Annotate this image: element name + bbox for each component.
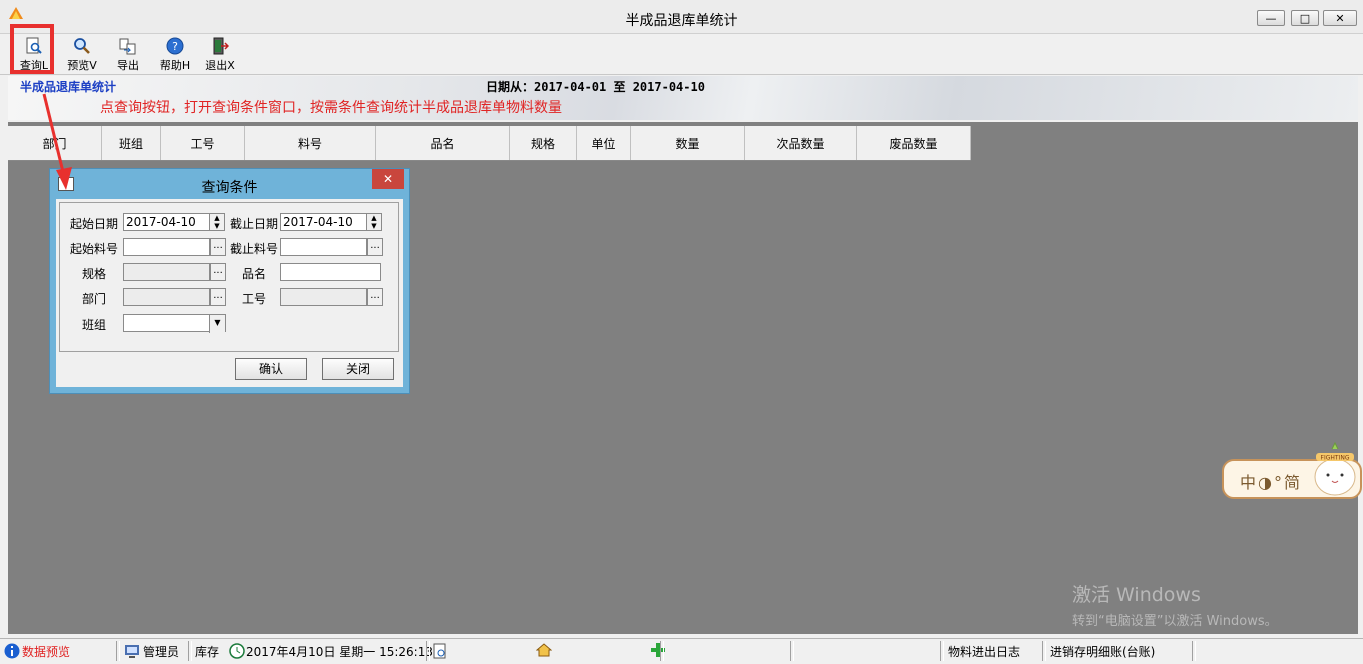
page-icon bbox=[433, 643, 446, 659]
report-title: 半成品退库单统计 bbox=[20, 80, 117, 94]
dialog-close-button[interactable]: ✕ bbox=[372, 169, 404, 189]
mascot-icon: FIGHTING bbox=[1314, 441, 1356, 496]
col-item-name[interactable]: 品名 bbox=[376, 126, 510, 160]
empno-field[interactable] bbox=[280, 288, 367, 306]
export-label: 导出 bbox=[117, 59, 139, 72]
start-item-label: 起始料号 bbox=[69, 242, 118, 256]
user-name: 管理员 bbox=[143, 645, 180, 659]
status-separator bbox=[116, 641, 120, 661]
preview-button[interactable]: 预览V bbox=[62, 36, 102, 72]
spec-label: 规格 bbox=[81, 267, 106, 281]
spec-field[interactable] bbox=[123, 263, 210, 281]
spin-up-icon[interactable]: ▲ bbox=[214, 214, 219, 222]
col-dept[interactable]: 部门 bbox=[8, 126, 102, 160]
magnifier-icon bbox=[74, 38, 90, 54]
toolbar: 查询L 预览V 导出 ? 帮助H 退出X bbox=[0, 34, 1363, 75]
exit-door-icon bbox=[213, 37, 229, 55]
col-item-no[interactable]: 料号 bbox=[245, 126, 376, 160]
maximize-button[interactable]: □ bbox=[1291, 10, 1319, 26]
end-date-spinner[interactable]: ▲ ▼ bbox=[366, 213, 382, 231]
dialog-cancel-button[interactable]: 关闭 bbox=[322, 358, 394, 380]
status-bar: 数据预览 管理员 库存 2017年4月10日 星期一 15:26:13 物料进出… bbox=[0, 638, 1363, 664]
team-label: 班组 bbox=[81, 318, 106, 332]
title-bar: 半成品退库单统计 — □ ✕ bbox=[0, 0, 1363, 34]
status-separator bbox=[1192, 641, 1196, 661]
home-icon bbox=[536, 643, 552, 657]
info-icon bbox=[4, 643, 20, 659]
status-separator bbox=[660, 641, 664, 661]
dialog-title: 查询条件 bbox=[201, 180, 258, 196]
watermark-line-1: 激活 Windows bbox=[1072, 584, 1201, 606]
chevron-down-icon[interactable]: ▼ bbox=[209, 315, 225, 333]
export-button[interactable]: 导出 bbox=[108, 36, 148, 72]
query-dialog: 查询条件 ✕ 起始日期 2017-04-10 ▲ ▼ 截止日期 2017-04-1… bbox=[49, 168, 410, 394]
module-name: 库存 bbox=[195, 645, 220, 659]
exit-label: 退出X bbox=[205, 59, 235, 72]
col-team[interactable]: 班组 bbox=[102, 126, 161, 160]
window-title: 半成品退库单统计 bbox=[625, 13, 738, 29]
help-button[interactable]: ? 帮助H bbox=[155, 36, 195, 72]
empno-label: 工号 bbox=[241, 292, 266, 306]
help-icon: ? bbox=[166, 37, 184, 55]
start-date-label: 起始日期 bbox=[69, 217, 118, 231]
data-preview-status: 数据预览 bbox=[22, 645, 71, 659]
end-item-browse-button[interactable]: ... bbox=[367, 238, 383, 256]
start-item-field[interactable] bbox=[123, 238, 210, 256]
ledger-link[interactable]: 进销存明细账(台账) bbox=[1050, 643, 1155, 660]
watermark-line-2: 转到“电脑设置”以激活 Windows。 bbox=[1072, 614, 1278, 629]
date-range: 日期从：2017-04-01 至 2017-04-10 bbox=[486, 80, 705, 94]
confirm-button[interactable]: 确认 bbox=[235, 358, 307, 380]
grid-header: 部门 班组 工号 料号 品名 规格 单位 数量 次品数量 废品数量 bbox=[8, 126, 971, 161]
dept-field[interactable] bbox=[123, 288, 210, 306]
dept-label: 部门 bbox=[81, 292, 106, 306]
end-item-label: 截止料号 bbox=[229, 242, 278, 256]
spin-down-icon[interactable]: ▼ bbox=[371, 222, 376, 230]
ime-toolbar[interactable]: 中◑°简 FIGHTING bbox=[1222, 441, 1362, 499]
ime-mode-text: 中◑°简 bbox=[1240, 473, 1302, 492]
export-icon bbox=[119, 38, 136, 55]
col-defect-qty[interactable]: 次品数量 bbox=[745, 126, 857, 160]
status-separator bbox=[426, 641, 430, 661]
status-separator bbox=[1042, 641, 1046, 661]
dialog-body: 起始日期 2017-04-10 ▲ ▼ 截止日期 2017-04-10 ▲ ▼ 起始… bbox=[56, 199, 403, 387]
status-separator bbox=[188, 641, 192, 661]
status-separator bbox=[790, 641, 794, 661]
status-separator bbox=[940, 641, 944, 661]
mascot-label: FIGHTING bbox=[1321, 455, 1350, 462]
report-banner: 半成品退库单统计 日期从：2017-04-01 至 2017-04-10 点查询… bbox=[8, 76, 1358, 120]
help-label: 帮助H bbox=[159, 59, 191, 72]
col-empno[interactable]: 工号 bbox=[161, 126, 245, 160]
col-spec[interactable]: 规格 bbox=[510, 126, 577, 160]
col-qty[interactable]: 数量 bbox=[631, 126, 745, 160]
col-scrap-qty[interactable]: 废品数量 bbox=[857, 126, 971, 160]
highlight-box bbox=[10, 24, 54, 74]
item-name-label: 品名 bbox=[241, 267, 266, 281]
svg-text:?: ? bbox=[172, 40, 178, 53]
spin-down-icon[interactable]: ▼ bbox=[214, 222, 219, 230]
exit-button[interactable]: 退出X bbox=[200, 36, 240, 72]
preview-label: 预览V bbox=[67, 59, 97, 72]
user-icon bbox=[125, 645, 139, 658]
spin-up-icon[interactable]: ▲ bbox=[371, 214, 376, 222]
activation-watermark: 激活 Windows 转到“电脑设置”以激活 Windows。 bbox=[1072, 580, 1278, 629]
empno-browse-button[interactable]: ... bbox=[367, 288, 383, 306]
clock-icon bbox=[229, 643, 245, 659]
end-date-label: 截止日期 bbox=[229, 217, 278, 231]
end-item-field[interactable] bbox=[280, 238, 367, 256]
item-name-field[interactable] bbox=[280, 263, 381, 281]
team-dropdown[interactable]: ▼ bbox=[123, 314, 226, 333]
annotation-text: 点查询按钮，打开查询条件窗口，按需条件查询统计半成品退库单物料数量 bbox=[100, 100, 562, 116]
col-unit[interactable]: 单位 bbox=[577, 126, 631, 160]
datetime: 2017年4月10日 星期一 15:26:13 bbox=[246, 645, 433, 659]
minimize-button[interactable]: — bbox=[1257, 10, 1285, 26]
close-button[interactable]: ✕ bbox=[1323, 10, 1357, 26]
material-log-link[interactable]: 物料进出日志 bbox=[948, 643, 1020, 660]
